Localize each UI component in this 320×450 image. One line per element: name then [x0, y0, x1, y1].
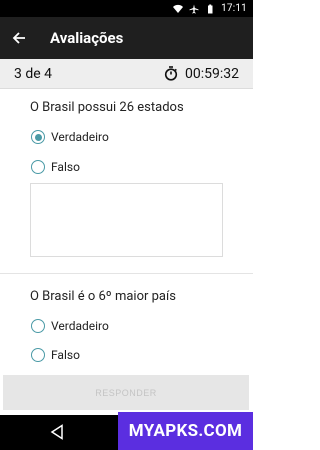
respond-button[interactable]: RESPONDER — [3, 375, 249, 410]
app-bar: Avaliações — [0, 17, 253, 59]
option-label: Verdadeiro — [51, 130, 109, 144]
questions-list[interactable]: O Brasil possui 26 estados Verdadeiro Fa… — [0, 89, 253, 371]
radio-unselected[interactable] — [31, 319, 45, 333]
option-true[interactable]: Verdadeiro — [31, 319, 109, 333]
question-text: O Brasil possui 26 estados — [30, 100, 184, 115]
radio-unselected[interactable] — [31, 348, 45, 362]
status-time: 17:11 — [221, 3, 247, 14]
option-false[interactable]: Falso — [31, 348, 80, 362]
option-label: Falso — [51, 160, 80, 174]
back-button[interactable] — [0, 17, 38, 59]
option-label: Falso — [51, 348, 80, 362]
airplane-icon — [189, 4, 199, 13]
divider — [0, 273, 253, 274]
arrow-back-icon — [12, 32, 25, 44]
radio-selected[interactable] — [31, 130, 45, 144]
stopwatch-icon — [164, 66, 178, 81]
timer-value: 00:59:32 — [185, 65, 239, 82]
option-true[interactable]: Verdadeiro — [31, 130, 109, 144]
footer: RESPONDER — [0, 371, 253, 415]
question-text: O Brasil é o 6º maior país — [30, 289, 176, 304]
status-bar: 17:11 — [0, 0, 253, 17]
watermark: MYAPKS.COM — [118, 412, 253, 450]
nav-back-icon[interactable] — [50, 424, 64, 440]
question-counter: 3 de 4 — [14, 65, 53, 82]
option-label: Verdadeiro — [51, 319, 109, 333]
battery-icon — [208, 4, 213, 13]
comment-box[interactable] — [30, 183, 223, 257]
wifi-icon — [173, 4, 184, 13]
radio-unselected[interactable] — [31, 160, 45, 174]
timer: 00:59:32 — [164, 66, 239, 82]
option-false[interactable]: Falso — [31, 160, 80, 174]
page-title: Avaliações — [50, 29, 124, 47]
progress-header: 3 de 4 00:59:32 — [0, 59, 253, 89]
